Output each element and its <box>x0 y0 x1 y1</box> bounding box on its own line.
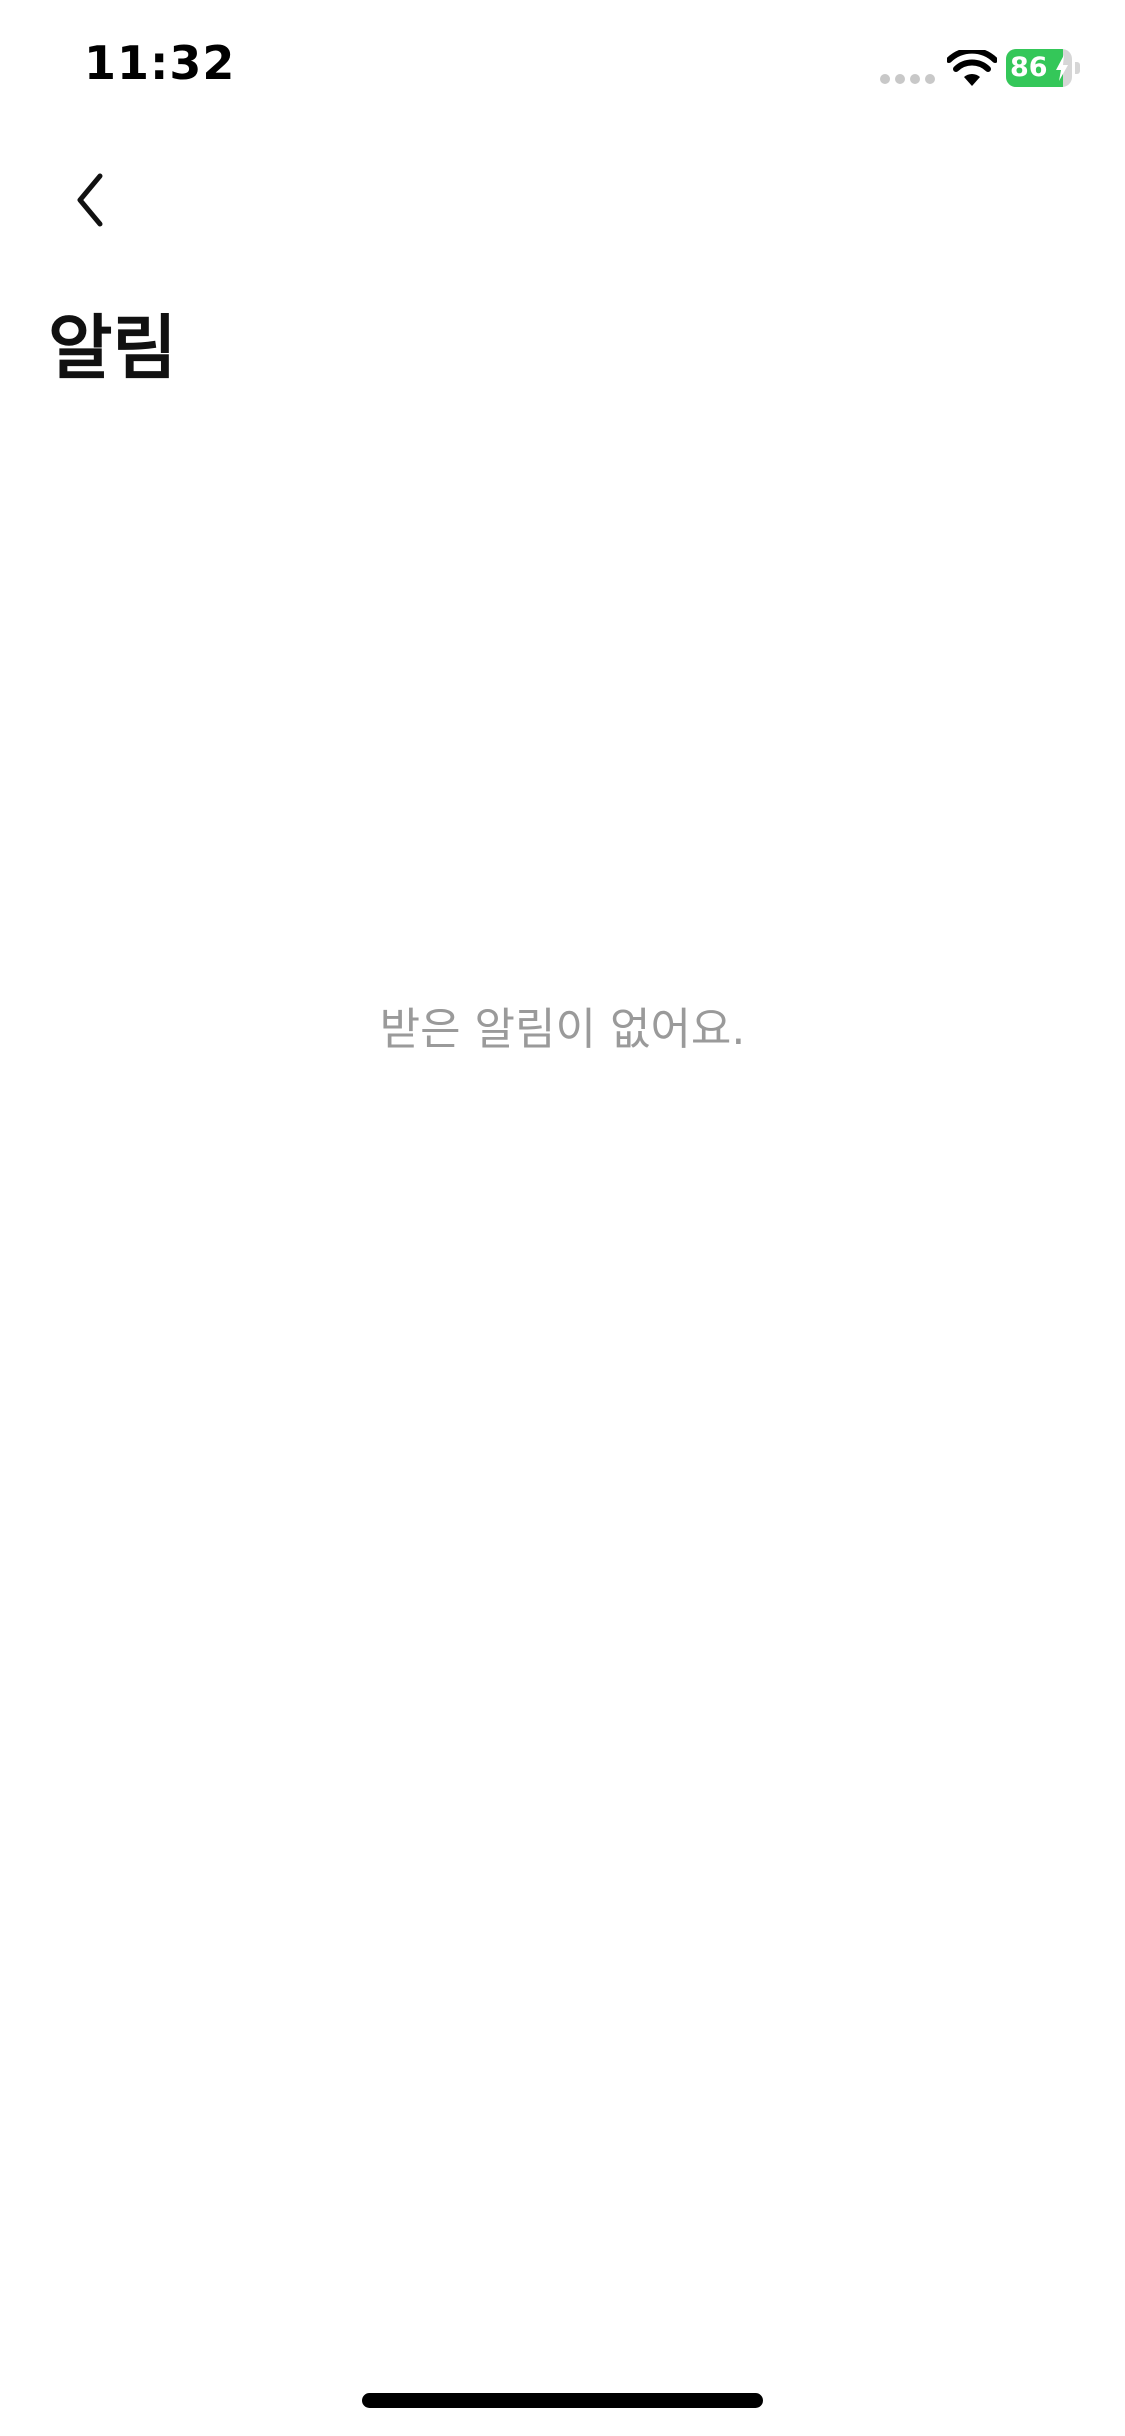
empty-state-message: 받은 알림이 없어요. <box>379 1004 746 1055</box>
battery-percent: 86 <box>1010 52 1048 83</box>
signal-dots-icon <box>880 74 935 86</box>
lightning-icon <box>1056 55 1068 81</box>
chevron-left-icon <box>77 173 103 227</box>
wifi-icon <box>947 50 997 86</box>
back-button[interactable] <box>50 160 130 240</box>
battery-icon: 86 <box>1006 49 1082 87</box>
status-time: 11:32 <box>84 36 236 90</box>
home-indicator[interactable] <box>362 2393 763 2408</box>
page-title: 알림 <box>48 307 177 389</box>
status-bar: 11:32 86 <box>0 0 1125 140</box>
